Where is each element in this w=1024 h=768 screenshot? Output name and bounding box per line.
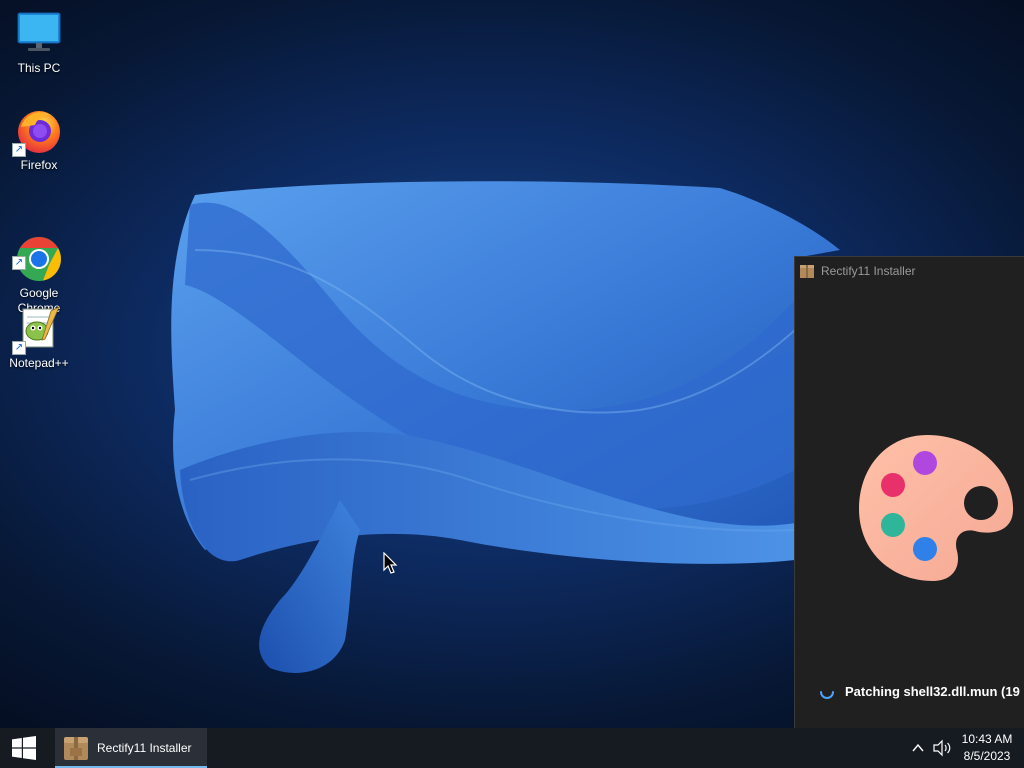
chrome-icon: ↗ — [12, 220, 63, 281]
spinner-icon — [820, 691, 834, 699]
shortcut-arrow-icon: ↗ — [12, 341, 26, 355]
installer-package-icon — [800, 265, 814, 278]
clock-date: 8/5/2023 — [963, 749, 1011, 763]
installer-window[interactable]: Rectify11 Installer Patching shell32.dll… — [794, 256, 1024, 728]
desktop-icon-this-pc[interactable]: This PC — [1, 10, 77, 76]
taskbar: Rectify11 Installer 10:43 AM 8/5/2023 — [0, 728, 1024, 768]
computer-icon — [15, 10, 63, 58]
installer-titlebar[interactable]: Rectify11 Installer — [795, 257, 1024, 285]
notepad-plus-plus-icon: ↗ — [12, 305, 63, 355]
shortcut-arrow-icon: ↗ — [12, 256, 26, 270]
installer-title: Rectify11 Installer — [821, 264, 916, 278]
mouse-cursor-icon — [383, 552, 398, 574]
clock-time: 10:43 AM — [961, 732, 1013, 746]
start-button[interactable] — [0, 728, 48, 768]
installer-status-text: Patching shell32.dll.mun (19 — [845, 683, 1020, 699]
taskbar-clock[interactable]: 10:43 AM 8/5/2023 — [952, 731, 1022, 765]
firefox-icon: ↗ — [12, 107, 63, 157]
installer-status: Patching shell32.dll.mun (19 — [819, 683, 1020, 699]
desktop-icon-label: This PC — [17, 61, 61, 75]
desktop-icon-notepad-plus-plus[interactable]: ↗ Notepad++ — [1, 305, 77, 371]
desktop-icon-label: Firefox — [20, 158, 58, 172]
taskbar-app-label: Rectify11 Installer — [97, 741, 192, 755]
installer-package-icon — [64, 737, 88, 760]
palette-icon — [859, 435, 1014, 581]
shortcut-arrow-icon: ↗ — [12, 143, 26, 157]
chevron-up-icon[interactable] — [910, 740, 926, 756]
desktop: This PC ↗ Firefox ↗ Google Chrome ↗ Note… — [0, 0, 1024, 728]
desktop-icon-firefox[interactable]: ↗ Firefox — [1, 107, 77, 173]
volume-icon[interactable] — [932, 739, 952, 757]
desktop-icon-label: Notepad++ — [9, 356, 69, 370]
taskbar-app-rectify11-installer[interactable]: Rectify11 Installer — [55, 728, 207, 768]
windows-logo-icon — [12, 736, 36, 760]
